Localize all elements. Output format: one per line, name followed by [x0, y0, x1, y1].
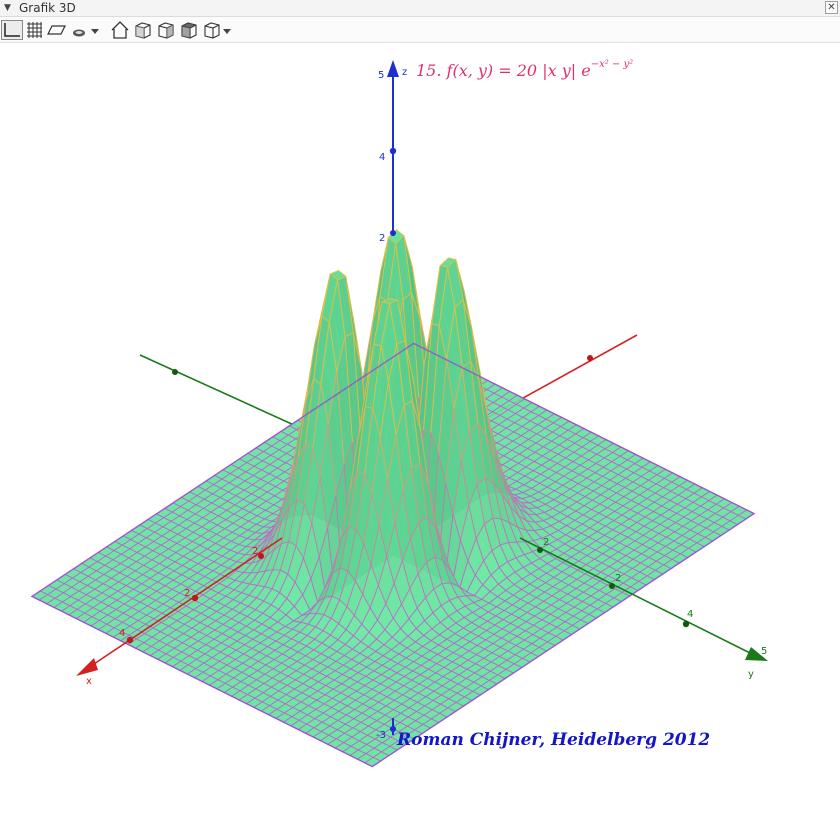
y-tick-label: 2 — [543, 537, 549, 548]
y-tick-label: 4 — [687, 609, 693, 620]
view-yz-button[interactable] — [179, 20, 199, 40]
clipping-icon — [73, 29, 99, 37]
x-tick-point — [126, 636, 134, 644]
cube-front-icon — [135, 22, 151, 39]
z-axis-arrow-icon — [387, 60, 399, 77]
x-tick-point — [191, 594, 199, 602]
formula-main: 15. f(x, y) = 20 |x y| e — [416, 61, 591, 80]
x-tick-label: 4 — [119, 628, 125, 639]
author-caption: Roman Chijner, Heidelberg 2012 — [396, 730, 710, 750]
graphics-3d-view[interactable]: 4 2 2 x 2 2 4 5 y 5 z 4 2 -3 15. f(x, y)… — [0, 43, 840, 836]
plane-icon — [47, 25, 66, 35]
projection-button[interactable] — [202, 20, 232, 40]
view-xy-button[interactable] — [133, 20, 153, 40]
cube-side-icon — [158, 22, 174, 39]
surface — [31, 228, 755, 768]
z-axis-label: z — [402, 67, 407, 78]
grid-toggle-button[interactable] — [25, 20, 43, 40]
view-xz-button[interactable] — [156, 20, 176, 40]
formula-text: 15. f(x, y) = 20 |x y| e−x² − y² — [416, 59, 633, 80]
z-tick-point — [390, 726, 396, 732]
axes-icon — [4, 23, 20, 37]
z-tick-label: -3 — [376, 730, 386, 741]
standard-view-button[interactable] — [110, 20, 130, 40]
plane-toggle-button[interactable] — [47, 20, 67, 40]
y-tick-label: 2 — [615, 573, 621, 584]
panel-title: Grafik 3D — [19, 1, 76, 15]
x-axis-arrow-icon — [76, 658, 98, 676]
panel-menu-caret-icon[interactable]: ▼ — [4, 3, 11, 13]
projection-icon — [204, 22, 231, 39]
x-tick-label: 2 — [252, 546, 258, 557]
x-axis-label: x — [86, 676, 92, 687]
z-tick-label: 5 — [378, 70, 384, 81]
home-icon — [111, 21, 129, 39]
x-tick-label: 2 — [184, 588, 190, 599]
z-tick-point — [390, 230, 396, 236]
z-tick-label: 2 — [379, 233, 385, 244]
formula-exponent: −x² − y² — [591, 59, 633, 70]
cube-top-icon — [181, 22, 197, 39]
view-toolbar — [0, 17, 840, 43]
close-panel-button[interactable]: ✕ — [825, 1, 838, 14]
y-tick-label: 5 — [761, 646, 767, 657]
z-tick-label: 4 — [379, 152, 385, 163]
grid-icon — [27, 22, 42, 38]
x-tick-point — [258, 553, 264, 559]
axes-toggle-button[interactable] — [1, 20, 23, 40]
clipping-box-button[interactable] — [71, 20, 101, 40]
y-axis-label: y — [748, 669, 754, 680]
y-tick-point — [172, 369, 178, 375]
panel-title-bar: ▼ Grafik 3D ✕ — [0, 0, 840, 17]
x-tick-point — [587, 355, 593, 361]
y-tick-point — [682, 620, 690, 628]
z-tick-point — [389, 147, 397, 155]
plot-canvas: 4 2 2 x 2 2 4 5 y 5 z 4 2 -3 15. f(x, y)… — [30, 59, 768, 768]
